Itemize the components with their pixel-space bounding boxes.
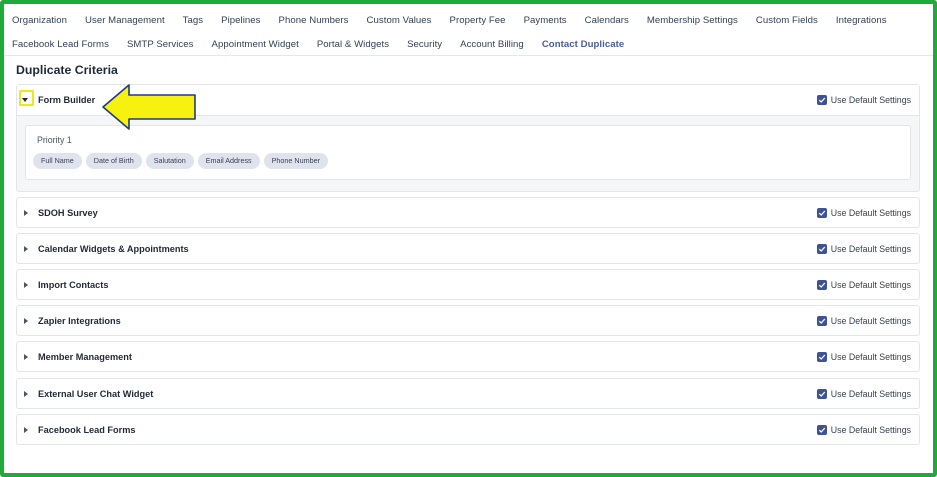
- caret-right-icon[interactable]: [24, 210, 28, 216]
- checkbox-label: Use Default Settings: [830, 352, 911, 362]
- tab-custom-fields[interactable]: Custom Fields: [756, 13, 818, 29]
- tab-smtp-services[interactable]: SMTP Services: [127, 37, 194, 53]
- criteria-chip[interactable]: Full Name: [33, 153, 82, 169]
- tab-pipelines[interactable]: Pipelines: [221, 13, 260, 29]
- panel-label: Zapier Integrations: [38, 316, 121, 326]
- panel-zapier-integrations[interactable]: Zapier Integrations Use Default Settings: [16, 305, 920, 336]
- use-default-settings[interactable]: Use Default Settings: [816, 280, 911, 290]
- panel-label: External User Chat Widget: [38, 389, 154, 399]
- caret-right-icon[interactable]: [24, 391, 28, 397]
- checkbox-checked-icon[interactable]: [816, 316, 827, 326]
- use-default-settings[interactable]: Use Default Settings: [816, 352, 911, 362]
- panel-label: SDOH Survey: [38, 208, 98, 218]
- checkbox-checked-icon[interactable]: [816, 95, 827, 105]
- panel-external-user-chat-widget[interactable]: External User Chat Widget Use Default Se…: [16, 378, 920, 409]
- tab-organization[interactable]: Organization: [12, 13, 67, 29]
- tab-property-fee[interactable]: Property Fee: [450, 13, 506, 29]
- checkbox-label: Use Default Settings: [830, 280, 911, 290]
- tab-integrations[interactable]: Integrations: [836, 13, 887, 29]
- tab-appointment-widget[interactable]: Appointment Widget: [212, 37, 299, 53]
- panel-label: Facebook Lead Forms: [38, 425, 136, 435]
- use-default-settings[interactable]: Use Default Settings: [816, 389, 911, 399]
- annotation-highlight-box: [19, 90, 34, 106]
- checkbox-checked-icon[interactable]: [816, 280, 827, 290]
- use-default-settings[interactable]: Use Default Settings: [816, 244, 911, 254]
- use-default-settings[interactable]: Use Default Settings: [816, 425, 911, 435]
- tab-phone-numbers[interactable]: Phone Numbers: [279, 13, 349, 29]
- tab-payments[interactable]: Payments: [524, 13, 567, 29]
- caret-right-icon[interactable]: [24, 282, 28, 288]
- tab-custom-values[interactable]: Custom Values: [367, 13, 432, 29]
- panel-label: Import Contacts: [38, 280, 109, 290]
- panel-label: Form Builder: [38, 95, 96, 105]
- panel-calendar-widgets[interactable]: Calendar Widgets & Appointments Use Defa…: [16, 233, 920, 264]
- tab-security[interactable]: Security: [407, 37, 442, 53]
- caret-right-icon[interactable]: [24, 427, 28, 433]
- caret-right-icon[interactable]: [24, 246, 28, 252]
- criteria-chip[interactable]: Email Address: [197, 153, 260, 169]
- tab-portal-widgets[interactable]: Portal & Widgets: [317, 37, 389, 53]
- criteria-chip-list: Full Name Date of Birth Salutation Email…: [33, 153, 328, 169]
- panel-member-management[interactable]: Member Management Use Default Settings: [16, 341, 920, 372]
- tab-user-management[interactable]: User Management: [85, 13, 165, 29]
- app-window: Organization User Management Tags Pipeli…: [0, 0, 937, 477]
- checkbox-checked-icon[interactable]: [816, 352, 827, 362]
- checkbox-label: Use Default Settings: [830, 244, 911, 254]
- criteria-chip[interactable]: Salutation: [145, 153, 194, 169]
- panel-label: Calendar Widgets & Appointments: [38, 244, 189, 254]
- panel-import-contacts[interactable]: Import Contacts Use Default Settings: [16, 269, 920, 300]
- panel-facebook-lead-forms[interactable]: Facebook Lead Forms Use Default Settings: [16, 414, 920, 445]
- checkbox-checked-icon[interactable]: [816, 425, 827, 435]
- tab-contact-duplicate[interactable]: Contact Duplicate: [542, 37, 624, 53]
- caret-right-icon[interactable]: [24, 318, 28, 324]
- use-default-settings[interactable]: Use Default Settings: [816, 208, 911, 218]
- criteria-chip[interactable]: Phone Number: [263, 153, 328, 169]
- tab-row-1: Organization User Management Tags Pipeli…: [12, 13, 905, 29]
- checkbox-label: Use Default Settings: [830, 208, 911, 218]
- tab-calendars[interactable]: Calendars: [585, 13, 629, 29]
- tab-facebook-lead-forms[interactable]: Facebook Lead Forms: [12, 37, 109, 53]
- use-default-settings-form-builder[interactable]: Use Default Settings: [816, 95, 911, 105]
- tab-tags[interactable]: Tags: [183, 13, 203, 29]
- checkbox-label: Use Default Settings: [830, 425, 911, 435]
- checkbox-label: Use Default Settings: [830, 316, 911, 326]
- priority-group: Priority 1 Full Name Date of Birth Salut…: [25, 125, 911, 180]
- checkbox-checked-icon[interactable]: [816, 208, 827, 218]
- use-default-settings[interactable]: Use Default Settings: [816, 316, 911, 326]
- settings-tab-bar: Organization User Management Tags Pipeli…: [4, 4, 933, 56]
- priority-label: Priority 1: [37, 135, 72, 145]
- tab-membership-settings[interactable]: Membership Settings: [647, 13, 738, 29]
- checkbox-label: Use Default Settings: [830, 389, 911, 399]
- page-title: Duplicate Criteria: [16, 63, 118, 77]
- tab-row-2: Facebook Lead Forms SMTP Services Appoin…: [12, 37, 642, 53]
- checkbox-checked-icon[interactable]: [816, 244, 827, 254]
- checkbox-label: Use Default Settings: [830, 95, 911, 105]
- checkbox-checked-icon[interactable]: [816, 389, 827, 399]
- annotation-arrow-icon: [102, 84, 196, 130]
- caret-right-icon[interactable]: [24, 354, 28, 360]
- panel-label: Member Management: [38, 352, 132, 362]
- tab-account-billing[interactable]: Account Billing: [460, 37, 524, 53]
- criteria-chip[interactable]: Date of Birth: [85, 153, 142, 169]
- panel-sdoh-survey[interactable]: SDOH Survey Use Default Settings: [16, 197, 920, 228]
